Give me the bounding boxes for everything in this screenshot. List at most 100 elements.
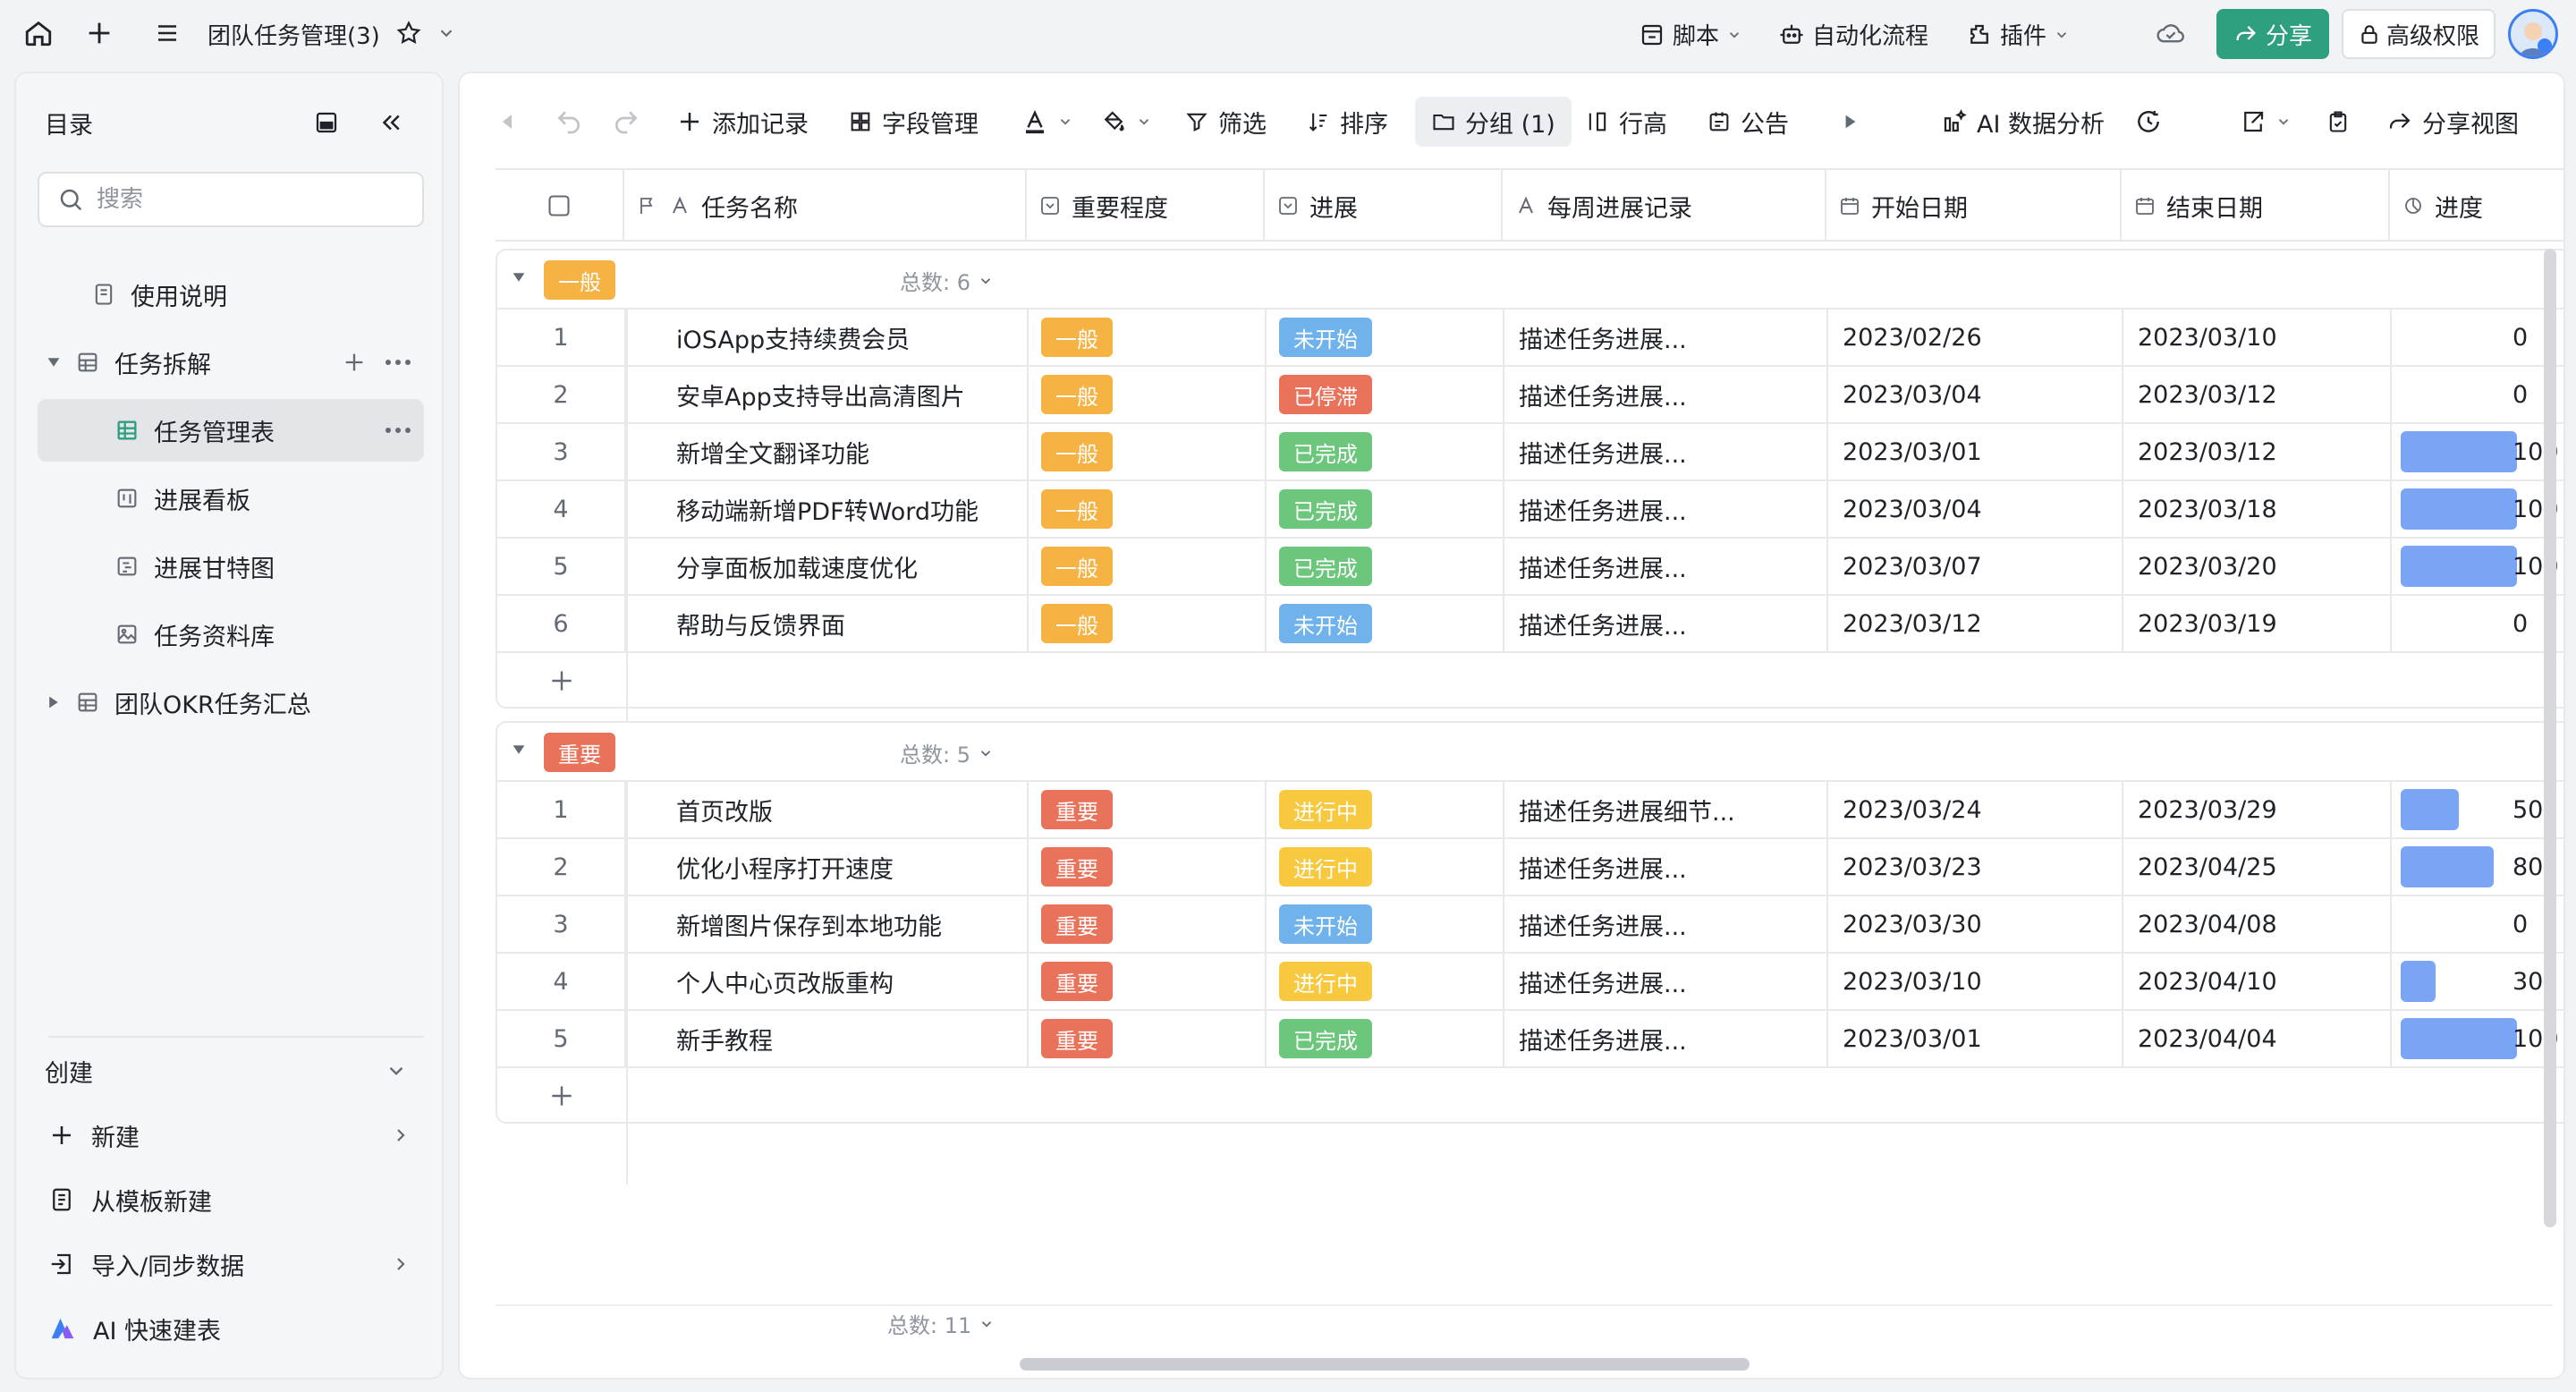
redo-icon[interactable] xyxy=(612,97,640,147)
status-cell[interactable]: 进行中 xyxy=(1267,954,1504,1009)
importance-cell[interactable]: 重要 xyxy=(1029,839,1267,895)
add-row-button[interactable] xyxy=(497,653,626,709)
header-weekly-record[interactable]: 每周进展记录 xyxy=(1503,170,1826,242)
menu-icon[interactable] xyxy=(154,20,181,47)
group-count[interactable]: 总数: 6 xyxy=(900,265,994,296)
record-cell[interactable]: 描述任务进展... xyxy=(1504,367,1828,422)
search-input[interactable] xyxy=(97,186,401,213)
plugin-menu[interactable]: 插件 xyxy=(1966,18,2070,51)
end-date-cell[interactable]: 2023/04/04 xyxy=(2123,1011,2392,1066)
undo-icon[interactable] xyxy=(555,97,583,147)
chevron-down-icon[interactable] xyxy=(436,23,456,43)
start-date-cell[interactable]: 2023/03/30 xyxy=(1828,896,2123,952)
importance-cell[interactable]: 一般 xyxy=(1029,367,1267,422)
header-start-date[interactable]: 开始日期 xyxy=(1826,170,2122,242)
sidebar-item-library[interactable]: 任务资料库 xyxy=(38,603,424,666)
progress-cell[interactable]: 100 xyxy=(2392,1011,2563,1066)
record-cell[interactable]: 描述任务进展... xyxy=(1504,1011,1828,1066)
importance-cell[interactable]: 一般 xyxy=(1029,310,1267,365)
sort-button[interactable]: 排序 xyxy=(1306,97,1388,147)
sidebar-item-task-table[interactable]: 任务管理表 xyxy=(38,399,424,462)
fill-color-button[interactable] xyxy=(1100,97,1152,147)
record-cell[interactable]: 描述任务进展... xyxy=(1504,896,1828,952)
plus-icon[interactable] xyxy=(342,350,367,375)
group-button[interactable]: 分组 (1) xyxy=(1415,97,1572,147)
importance-cell[interactable]: 重要 xyxy=(1029,782,1267,837)
end-date-cell[interactable]: 2023/03/29 xyxy=(2123,782,2392,837)
importance-cell[interactable]: 重要 xyxy=(1029,1011,1267,1066)
plus-icon[interactable] xyxy=(84,18,114,48)
table-row[interactable]: 3 新增全文翻译功能 一般 已完成 描述任务进展... 2023/03/01 2023/03… xyxy=(497,424,2563,481)
table-row[interactable]: 5 新手教程 重要 已完成 描述任务进展... 2023/03/01 2023/04/04 1… xyxy=(497,1011,2563,1068)
importance-cell[interactable]: 一般 xyxy=(1029,596,1267,651)
sidebar-item-task-breakdown[interactable]: 任务拆解 xyxy=(38,331,424,394)
importance-cell[interactable]: 重要 xyxy=(1029,954,1267,1009)
notice-button[interactable]: 公告 xyxy=(1707,97,1789,147)
task-name-cell[interactable]: 优化小程序打开速度 xyxy=(626,839,1029,895)
table-row[interactable]: 3 新增图片保存到本地功能 重要 未开始 描述任务进展... 2023/03/30 2023… xyxy=(497,896,2563,954)
home-icon[interactable] xyxy=(23,18,54,48)
header-status[interactable]: 进展 xyxy=(1265,170,1503,242)
star-icon[interactable] xyxy=(395,20,422,47)
caret-down-icon[interactable] xyxy=(47,355,61,369)
record-cell[interactable]: 描述任务进展... xyxy=(1504,424,1828,480)
status-cell[interactable]: 未开始 xyxy=(1267,596,1504,651)
search-box[interactable] xyxy=(38,172,424,227)
sidebar-item-gantt[interactable]: 进展甘特图 xyxy=(38,535,424,598)
share-button[interactable]: 分享 xyxy=(2216,9,2329,59)
end-date-cell[interactable]: 2023/04/10 xyxy=(2123,954,2392,1009)
header-task-name[interactable]: 任务名称 xyxy=(624,170,1027,242)
total-count[interactable]: 总数: 11 xyxy=(887,1308,995,1339)
end-date-cell[interactable]: 2023/04/08 xyxy=(2123,896,2392,952)
collapse-icon[interactable] xyxy=(377,109,404,136)
caret-down-icon[interactable] xyxy=(512,270,526,284)
group-header[interactable]: 一般 总数: 6 xyxy=(497,250,2563,310)
status-cell[interactable]: 已完成 xyxy=(1267,539,1504,594)
start-date-cell[interactable]: 2023/03/01 xyxy=(1828,424,2123,480)
status-cell[interactable]: 未开始 xyxy=(1267,310,1504,365)
script-menu[interactable]: 脚本 xyxy=(1639,18,1742,51)
record-cell[interactable]: 描述任务进展细节... xyxy=(1504,782,1828,837)
start-date-cell[interactable]: 2023/02/26 xyxy=(1828,310,2123,365)
progress-cell[interactable]: 0 xyxy=(2392,896,2563,952)
horizontal-scrollbar[interactable] xyxy=(1020,1358,1750,1371)
progress-cell[interactable]: 50 xyxy=(2392,782,2563,837)
task-name-cell[interactable]: 移动端新增PDF转Word功能 xyxy=(626,481,1029,537)
progress-cell[interactable]: 100 xyxy=(2392,539,2563,594)
status-cell[interactable]: 未开始 xyxy=(1267,896,1504,952)
record-cell[interactable]: 描述任务进展... xyxy=(1504,839,1828,895)
header-progress[interactable]: 进度 xyxy=(2390,170,2563,242)
status-cell[interactable]: 进行中 xyxy=(1267,839,1504,895)
importance-cell[interactable]: 重要 xyxy=(1029,896,1267,952)
avatar[interactable] xyxy=(2508,9,2558,59)
task-name-cell[interactable]: 帮助与反馈界面 xyxy=(626,596,1029,651)
field-manage-button[interactable]: 字段管理 xyxy=(848,97,979,147)
task-name-cell[interactable]: 新手教程 xyxy=(626,1011,1029,1066)
ai-analysis-button[interactable]: AI 数据分析 xyxy=(1941,97,2105,147)
progress-cell[interactable]: 0 xyxy=(2392,596,2563,651)
clock-icon[interactable] xyxy=(2134,97,2163,147)
from-template-button[interactable]: 从模板新建 xyxy=(48,1168,424,1231)
vertical-scrollbar[interactable] xyxy=(2544,249,2556,1227)
add-row-button[interactable] xyxy=(497,1068,626,1124)
ai-create-button[interactable]: AI 快速建表 xyxy=(48,1297,424,1360)
more-tools-icon[interactable] xyxy=(1843,97,1859,147)
record-cell[interactable]: 描述任务进展... xyxy=(1504,954,1828,1009)
sidebar-item-okr[interactable]: 团队OKR任务汇总 xyxy=(38,671,424,734)
add-record-button[interactable]: 添加记录 xyxy=(676,97,809,147)
importance-cell[interactable]: 一般 xyxy=(1029,481,1267,537)
table-row[interactable]: 1 iOSApp支持续费会员 一般 未开始 描述任务进展... 2023/02/26 202… xyxy=(497,310,2563,367)
sidebar-item-guide[interactable]: 使用说明 xyxy=(38,263,424,326)
caret-down-icon[interactable] xyxy=(512,743,526,757)
end-date-cell[interactable]: 2023/03/10 xyxy=(2123,310,2392,365)
header-importance[interactable]: 重要程度 xyxy=(1027,170,1265,242)
start-date-cell[interactable]: 2023/03/04 xyxy=(1828,367,2123,422)
row-height-button[interactable]: 行高 xyxy=(1585,97,1667,147)
task-name-cell[interactable]: 新增图片保存到本地功能 xyxy=(626,896,1029,952)
sidebar-item-kanban[interactable]: 进展看板 xyxy=(38,467,424,530)
task-name-cell[interactable]: 个人中心页改版重构 xyxy=(626,954,1029,1009)
table-row[interactable]: 2 优化小程序打开速度 重要 进行中 描述任务进展... 2023/03/23 2023/0… xyxy=(497,839,2563,896)
task-name-cell[interactable]: iOSApp支持续费会员 xyxy=(626,310,1029,365)
progress-cell[interactable]: 100 xyxy=(2392,481,2563,537)
automation-button[interactable]: 自动化流程 xyxy=(1778,18,1928,51)
